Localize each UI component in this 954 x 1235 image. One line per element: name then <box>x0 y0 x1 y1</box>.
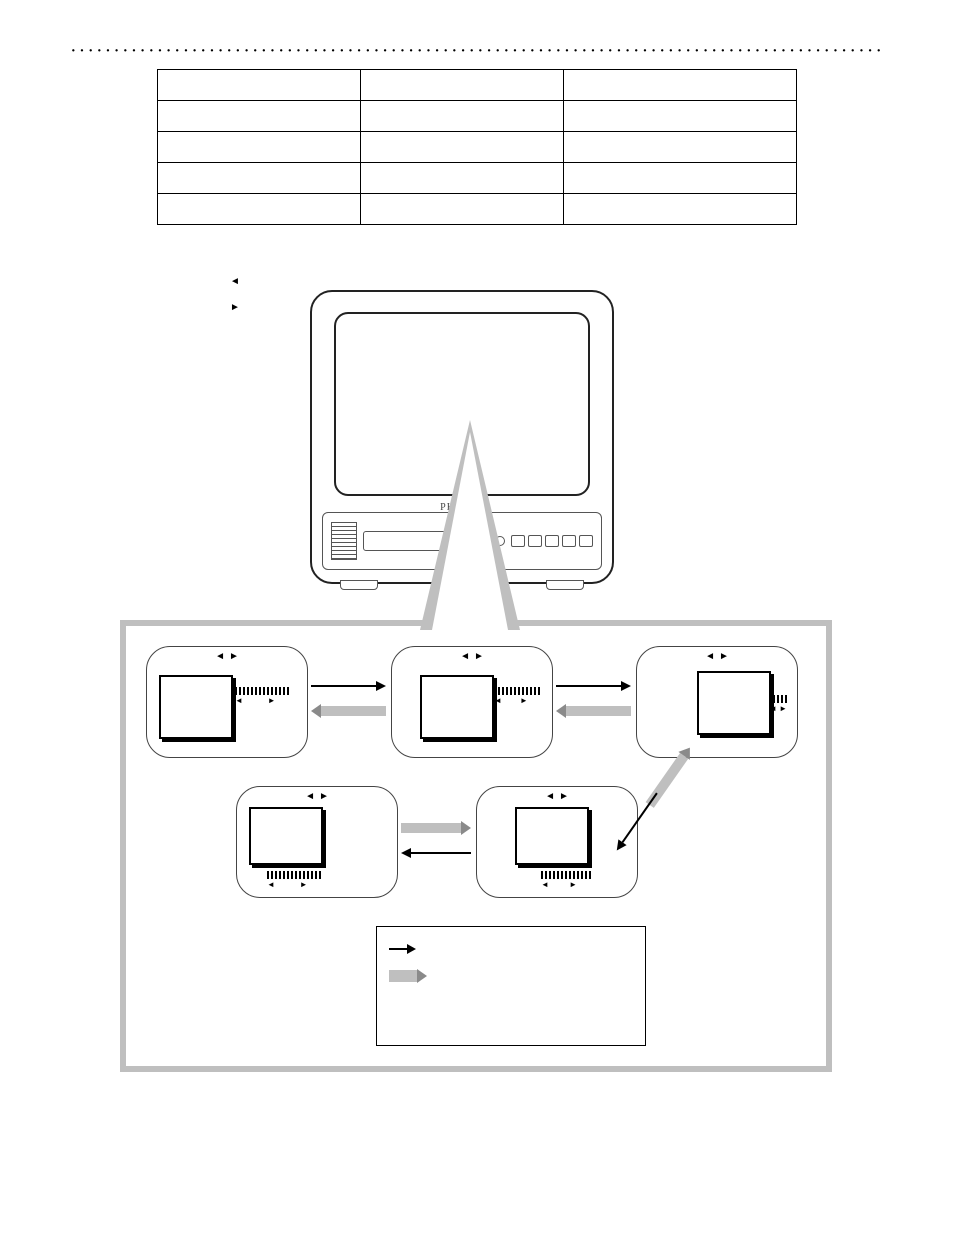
arrow-1-2-fwd <box>311 681 386 691</box>
callout-wedge-inner <box>432 432 508 630</box>
scale-left-icon: ◄ <box>541 880 549 889</box>
scale-left-icon: ◄ <box>494 696 502 705</box>
scale-right-icon: ► <box>300 880 308 889</box>
legend-box <box>376 926 646 1046</box>
hdr-tri-left-icon: ◄ <box>305 791 315 802</box>
scale-right-icon: ► <box>520 696 528 705</box>
scale-right-icon: ► <box>779 704 787 713</box>
speaker-grille-icon <box>331 522 357 560</box>
pip-state-1: ◄ ► ◄ ► <box>146 646 308 758</box>
pip-state-3: ◄ ► ◄ ► <box>636 646 798 758</box>
scale-right-icon: ► <box>268 696 276 705</box>
hdr-tri-left-icon: ◄ <box>705 651 715 662</box>
front-buttons <box>511 535 593 547</box>
arrow-2-1-back <box>311 704 386 718</box>
hdr-tri-right-icon: ► <box>474 651 484 662</box>
arrow-3-2-back <box>556 704 631 718</box>
scale-right-icon: ► <box>569 880 577 889</box>
hdr-tri-right-icon: ► <box>559 791 569 802</box>
triangle-right-icon: ► <box>230 302 240 313</box>
dotted-rule: ········································… <box>70 40 884 63</box>
arrow-4-5-gray <box>401 821 471 835</box>
spec-table <box>157 69 797 225</box>
legend-gray-arrow-icon <box>389 970 417 982</box>
scale-left-icon: ◄ <box>235 696 243 705</box>
left-triangle-note: ◄ ► <box>230 275 280 315</box>
pip-state-5: ◄ ► ◄ ► <box>476 786 638 898</box>
pip-state-4: ◄ ► ◄ ► <box>236 786 398 898</box>
scale-left-icon: ◄ <box>769 704 777 713</box>
hdr-tri-left-icon: ◄ <box>460 651 470 662</box>
pip-state-2: ◄ ► ◄ ► <box>391 646 553 758</box>
hdr-tri-right-icon: ► <box>229 651 239 662</box>
arrow-2-3-fwd <box>556 681 631 691</box>
hdr-tri-left-icon: ◄ <box>215 651 225 662</box>
hdr-tri-right-icon: ► <box>719 651 729 662</box>
legend-black-arrow-icon <box>389 944 417 954</box>
arrow-5-4-black <box>401 848 471 858</box>
hdr-tri-left-icon: ◄ <box>545 791 555 802</box>
pip-diagram-box: ◄ ► ◄ ► ◄ ► ◄ ► <box>120 620 832 1072</box>
triangle-left-icon: ◄ <box>230 276 240 287</box>
hdr-tri-right-icon: ► <box>319 791 329 802</box>
scale-left-icon: ◄ <box>267 880 275 889</box>
